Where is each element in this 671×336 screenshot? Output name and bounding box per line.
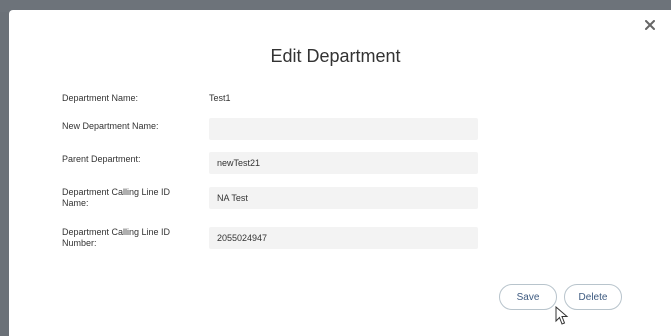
close-icon	[645, 20, 655, 30]
calling-line-id-name-label: Department Calling Line ID Name:	[62, 187, 171, 208]
close-button[interactable]	[643, 18, 657, 32]
save-button[interactable]: Save	[499, 284, 557, 310]
new-department-name-label: New Department Name:	[62, 121, 159, 131]
new-department-name-input[interactable]	[209, 118, 478, 140]
calling-line-id-number-input[interactable]	[209, 227, 478, 249]
calling-line-id-number-label: Department Calling Line ID Number:	[62, 227, 171, 248]
pointer-cursor-icon	[555, 306, 569, 325]
delete-button[interactable]: Delete	[564, 284, 622, 310]
department-name-label: Department Name:	[62, 93, 139, 103]
dialog-title: Edit Department	[270, 46, 401, 66]
parent-department-input[interactable]	[209, 152, 478, 174]
department-name-value: Test1	[209, 93, 231, 103]
parent-department-label: Parent Department:	[62, 154, 141, 164]
calling-line-id-name-input[interactable]	[209, 187, 478, 209]
